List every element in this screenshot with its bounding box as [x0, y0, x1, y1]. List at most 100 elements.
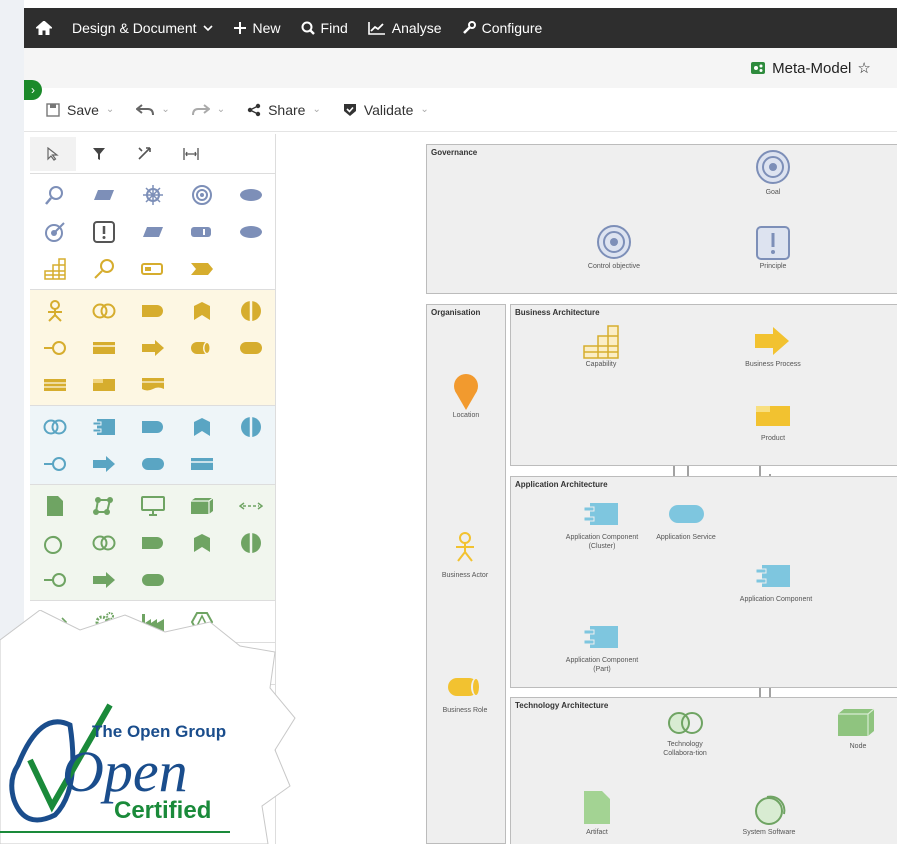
palette-app-interface-lollipop[interactable]: [30, 456, 79, 472]
top-menu-bar: Design & Document New Find Analyse Confi…: [24, 8, 897, 48]
palette-business-service[interactable]: [226, 341, 275, 355]
palette-business-interface[interactable]: [128, 304, 177, 318]
palette-path[interactable]: [226, 501, 275, 511]
palette-app-process[interactable]: [79, 455, 128, 472]
palette-app-collaboration[interactable]: [30, 419, 79, 435]
palette-app-component[interactable]: [79, 418, 128, 436]
palette-stakeholder[interactable]: [226, 225, 275, 239]
palette-business-role[interactable]: [177, 341, 226, 355]
palette-goal[interactable]: [177, 184, 226, 206]
system-software-node[interactable]: [755, 795, 786, 825]
menu-design-document[interactable]: Design & Document: [72, 20, 213, 36]
palette-tech-collaboration[interactable]: [79, 535, 128, 551]
chevron-down-icon[interactable]: ⌄: [106, 104, 114, 115]
palette-value[interactable]: [226, 188, 275, 202]
app-service-node[interactable]: [669, 505, 704, 523]
validate-button[interactable]: Validate ⌄: [343, 102, 429, 118]
battery-icon: [190, 226, 211, 237]
chevron-down-icon[interactable]: ⌄: [217, 104, 225, 115]
home-icon: [36, 21, 52, 35]
palette-communication-network[interactable]: [79, 496, 128, 516]
palette-assessment[interactable]: [30, 184, 79, 206]
palette-business-actor[interactable]: [30, 299, 79, 322]
tech-node-node[interactable]: [838, 708, 875, 736]
half-circle-icon: [240, 416, 261, 437]
redo-button[interactable]: ⌄: [191, 103, 225, 116]
palette-app-service[interactable]: [128, 457, 177, 471]
palette-artifact[interactable]: [30, 495, 79, 517]
palette-app-event[interactable]: [226, 416, 275, 438]
business-process-node[interactable]: [755, 327, 789, 355]
palette-tech-interface-lollipop[interactable]: [30, 572, 79, 588]
palette-principle[interactable]: [79, 220, 128, 243]
app-component-node[interactable]: [755, 565, 790, 587]
palette-node[interactable]: [177, 497, 226, 515]
capability-node[interactable]: [583, 325, 619, 359]
share-button[interactable]: Share ⌄: [247, 102, 321, 118]
tech-collaboration-node[interactable]: [668, 712, 703, 734]
palette-system-software[interactable]: [30, 532, 79, 554]
business-actor-node[interactable]: [456, 532, 474, 562]
chevron-down-icon[interactable]: ⌄: [161, 104, 169, 115]
palette-contract[interactable]: [30, 378, 79, 392]
palette-tech-event[interactable]: [226, 532, 275, 554]
palette-data-object[interactable]: [177, 457, 226, 471]
ellipse-icon: [239, 225, 262, 238]
spacing-tool[interactable]: [168, 137, 214, 171]
artifact-node[interactable]: [584, 791, 610, 824]
principle-node[interactable]: [756, 226, 790, 260]
palette-tech-process[interactable]: [79, 571, 128, 588]
palette-product[interactable]: [79, 378, 128, 392]
menu-configure[interactable]: Configure: [462, 20, 542, 36]
connector-tool[interactable]: [122, 137, 168, 171]
goal-node[interactable]: [756, 150, 790, 184]
palette-business-collaboration[interactable]: [79, 303, 128, 319]
shield-check-icon: [343, 103, 356, 116]
favorite-star-icon[interactable]: ☆: [857, 59, 870, 77]
diagram-canvas[interactable]: Governance Organisation Business Archite…: [278, 134, 897, 844]
undo-icon: [136, 103, 155, 115]
business-role-node[interactable]: [448, 678, 481, 696]
palette-tech-interface[interactable]: [128, 536, 177, 550]
app-component-cluster-node[interactable]: [583, 503, 618, 525]
palette-value-stream[interactable]: [79, 258, 128, 280]
chevron-down-icon[interactable]: ⌄: [312, 104, 320, 115]
palette-representation[interactable]: [128, 377, 177, 393]
network-icon: [92, 496, 113, 515]
menu-analyse[interactable]: Analyse: [367, 20, 442, 36]
palette-outcome[interactable]: [30, 221, 79, 243]
pointer-tool[interactable]: [30, 136, 76, 171]
menu-new[interactable]: New: [233, 20, 281, 36]
location-node[interactable]: [454, 374, 478, 410]
palette-business-function[interactable]: [177, 301, 226, 321]
chevron-down-icon[interactable]: ⌄: [420, 104, 428, 115]
palette-driver[interactable]: [128, 184, 177, 206]
palette-device[interactable]: [128, 495, 177, 516]
menu-analyse-label: Analyse: [391, 20, 442, 36]
palette-resource[interactable]: [177, 225, 226, 239]
palette-app-interface[interactable]: [128, 420, 177, 434]
palette-value-stream-chevron[interactable]: [177, 262, 226, 276]
palette-tech-function[interactable]: [177, 533, 226, 553]
menu-find[interactable]: Find: [301, 20, 348, 36]
filter-tool[interactable]: [76, 137, 122, 171]
palette-capability[interactable]: [30, 257, 79, 280]
control-objective-node[interactable]: [597, 225, 631, 259]
palette-course-of-action[interactable]: [128, 262, 177, 276]
object-icon: [92, 341, 115, 354]
palette-app-function[interactable]: [177, 417, 226, 437]
home-button[interactable]: [36, 21, 52, 35]
palette-tech-service[interactable]: [128, 573, 177, 587]
palette-meaning[interactable]: [79, 189, 128, 201]
palette-business-object[interactable]: [79, 341, 128, 355]
palette-business-process[interactable]: [128, 339, 177, 356]
save-button[interactable]: Save ⌄: [46, 102, 114, 118]
palette-business-interface-lollipop[interactable]: [30, 340, 79, 356]
palette-business-event[interactable]: [226, 300, 275, 322]
app-component-part-node[interactable]: [583, 626, 618, 648]
product-node[interactable]: [756, 406, 790, 426]
undo-button[interactable]: ⌄: [136, 103, 170, 116]
wrench-icon: [462, 21, 476, 34]
parallelogram-icon: [93, 189, 114, 200]
palette-requirement[interactable]: [128, 226, 177, 238]
